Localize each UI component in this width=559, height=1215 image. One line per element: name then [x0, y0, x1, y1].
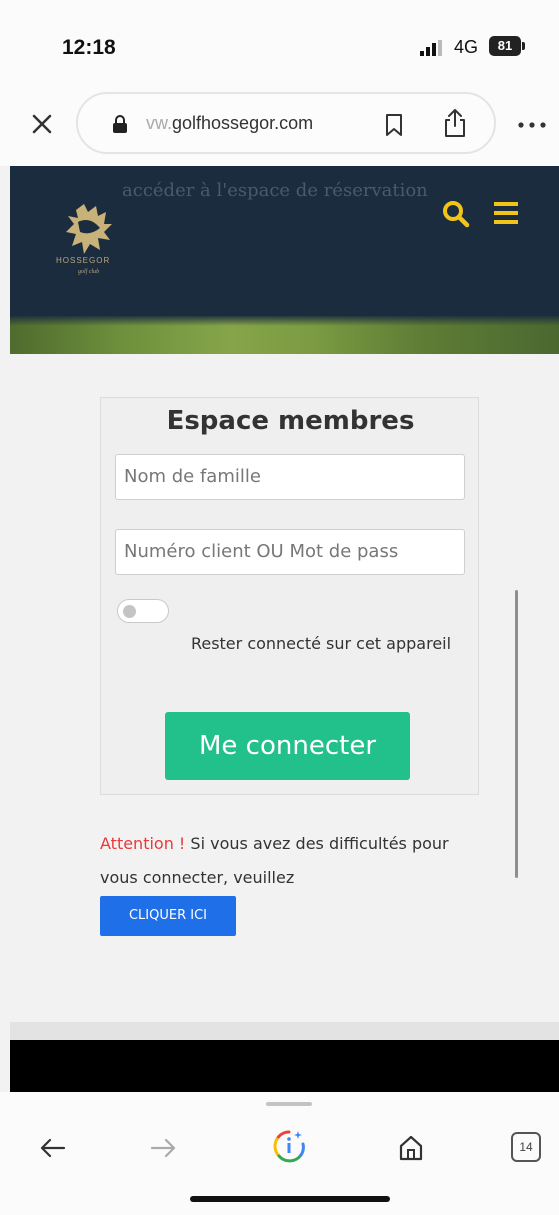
close-icon[interactable] — [28, 110, 56, 138]
last-name-input[interactable]: Nom de famille — [115, 454, 465, 500]
remember-me-toggle[interactable] — [117, 599, 169, 623]
page-divider — [10, 1022, 559, 1040]
scrollbar[interactable] — [515, 590, 518, 878]
share-icon[interactable] — [442, 108, 468, 138]
url-text: vw.golfhossegor.com — [146, 113, 313, 134]
network-type: 4G — [454, 37, 479, 57]
more-options-icon[interactable] — [516, 120, 548, 130]
hamburger-menu-icon[interactable] — [494, 202, 518, 224]
bookmark-icon[interactable] — [384, 113, 404, 137]
toggle-knob — [123, 605, 136, 618]
drag-handle[interactable] — [266, 1102, 312, 1106]
login-title: Espace membres — [166, 406, 415, 436]
lock-icon — [113, 115, 127, 133]
status-bar: 12:18 4G 81 — [0, 0, 559, 82]
golf-course-banner — [10, 316, 559, 354]
url-field[interactable]: vw.golfhossegor.com — [76, 92, 496, 154]
home-icon[interactable] — [398, 1134, 424, 1162]
back-arrow-icon[interactable] — [38, 1136, 68, 1160]
url-prefix: vw. — [146, 113, 173, 133]
login-card: Espace membres Nom de famille Numéro cli… — [100, 397, 479, 795]
login-button[interactable]: Me connecter — [165, 712, 410, 780]
booking-link[interactable]: accéder à l'espace de réservation — [122, 180, 428, 201]
tab-count-button[interactable]: 14 — [511, 1132, 541, 1162]
google-lens-icon[interactable] — [271, 1128, 307, 1164]
remember-me-label: Rester connecté sur cet appareil — [190, 634, 452, 653]
forward-arrow-icon[interactable] — [148, 1136, 178, 1160]
logo-text: HOSSEGOR — [56, 256, 111, 265]
site-header: accéder à l'espace de réservation HOSSEG… — [10, 166, 559, 354]
click-here-button[interactable]: CLIQUER ICI — [100, 896, 236, 936]
password-input[interactable]: Numéro client OU Mot de pass — [115, 529, 465, 575]
browser-address-bar: vw.golfhossegor.com — [0, 82, 559, 166]
signal-icon — [420, 40, 442, 56]
status-time: 12:18 — [62, 36, 116, 59]
warning-label: Attention ! — [100, 834, 186, 853]
url-domain: golfhossegor.com — [172, 113, 314, 133]
logo-subtext: golf club — [78, 269, 100, 275]
home-indicator[interactable] — [190, 1196, 390, 1202]
page-footer — [10, 1040, 559, 1092]
search-icon[interactable] — [442, 200, 470, 228]
battery-icon: 81 — [489, 36, 525, 56]
login-help-notice: Attention ! Si vous avez des difficultés… — [100, 827, 490, 895]
